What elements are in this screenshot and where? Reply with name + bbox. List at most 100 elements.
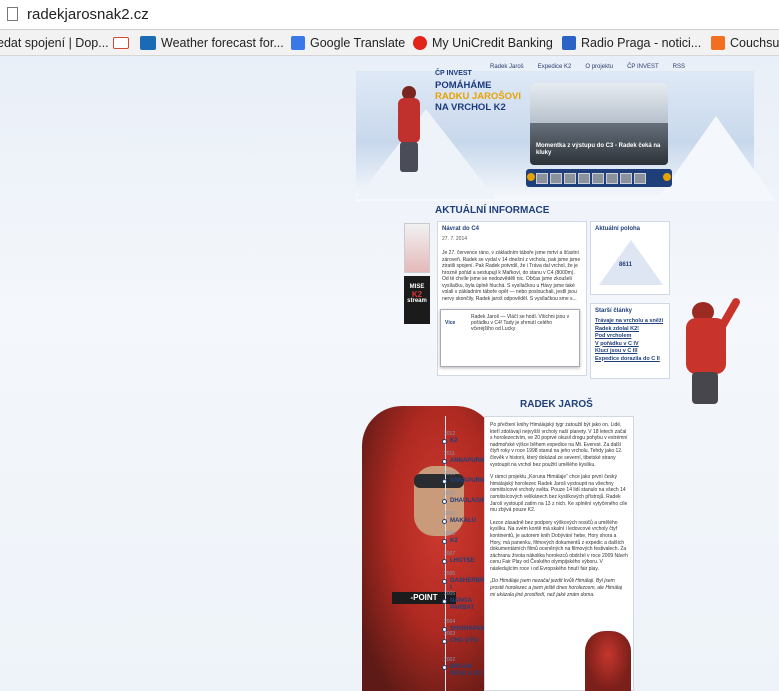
nav-link-rss[interactable]: RSS	[673, 64, 685, 70]
bio-section-title: RADEK JAROŠ	[520, 399, 593, 410]
bookmark-item-radio-praga[interactable]: Radio Praga - notici...	[562, 34, 701, 52]
bookmark-label: Radio Praga - notici...	[581, 36, 702, 50]
brand-line-3: NA VRCHOL K2	[435, 102, 506, 113]
radio-icon	[562, 36, 576, 50]
timeline-year: 2012	[444, 431, 456, 437]
video-thumbnail-strip	[526, 169, 672, 187]
older-articles-title: Starší články	[595, 308, 633, 314]
cp-invest-logo[interactable]: ČP INVEST	[435, 70, 525, 77]
timeline-year: 2007	[444, 551, 456, 557]
video-thumbnail[interactable]	[634, 172, 646, 184]
promo-banner[interactable]	[404, 223, 430, 273]
bookmarks-bar: edat spojení | Dop... Weather forecast f…	[0, 30, 779, 56]
web-page: Radek Jaroš Expedice K2 O projektu ČP IN…	[0, 56, 779, 691]
timeline-year: 2002	[444, 657, 456, 663]
climber-image	[585, 631, 631, 691]
page-icon	[7, 7, 18, 21]
timeline-dot-icon	[442, 599, 447, 604]
video-thumbnail[interactable]	[536, 172, 548, 184]
bio-paragraph: „Do Himálaje jsem nezačal jezdit kvůli H…	[490, 578, 623, 598]
more-link[interactable]: Více	[445, 320, 455, 326]
video-thumbnail[interactable]	[564, 172, 576, 184]
mountain-illustration	[656, 116, 776, 201]
bookmark-label: edat spojení | Dop...	[0, 36, 109, 50]
bookmark-label: My UniCredit Banking	[432, 36, 553, 50]
news-date: 27. 7. 2014	[442, 236, 468, 242]
timeline-year: 2011	[444, 451, 455, 457]
timeline-dot-icon	[442, 499, 447, 504]
bookmark-item-couchsurfing[interactable]: Couchsu	[711, 34, 779, 52]
timeline-dot-icon	[442, 439, 447, 444]
article-link[interactable]: Klucí jsou v C III	[595, 348, 665, 356]
banner-text: K2	[411, 290, 423, 299]
video-player[interactable]: Momentka z výstupu do C3 - Radek čeká na…	[530, 83, 668, 165]
article-link[interactable]: Radek zdolal K2!	[595, 326, 665, 334]
timeline-dot-icon	[442, 639, 447, 644]
climber-body	[686, 318, 726, 374]
location-title: Aktuální poloha	[595, 226, 640, 232]
video-thumbnail[interactable]	[592, 172, 604, 184]
url-text[interactable]: radekjarosnak2.cz	[27, 6, 149, 23]
timeline-year: 2005	[444, 571, 456, 577]
timeline-year: 2005	[444, 591, 456, 597]
timeline-dot-icon	[442, 519, 447, 524]
mise-k2-stream-banner[interactable]: MISE K2 stream	[404, 276, 430, 324]
news-section-title: AKTUÁLNÍ INFORMACE	[435, 205, 550, 216]
timeline-year: 2008	[444, 531, 456, 537]
unicredit-icon	[413, 36, 427, 50]
article-link[interactable]: V pořádku v C IV	[595, 341, 665, 349]
video-thumbnail[interactable]	[578, 172, 590, 184]
nav-link-cp-invest[interactable]: ČP INVEST	[627, 64, 659, 70]
bookmark-item-dopravni-spojeni[interactable]: edat spojení | Dop...	[0, 34, 109, 52]
timeline-dot-icon	[442, 539, 447, 544]
bio-paragraph: Lezce zásadně bez podpory výškových nosi…	[490, 519, 628, 572]
timeline-year: 2004	[444, 619, 456, 625]
article-link[interactable]: Pod vrcholem	[595, 333, 665, 341]
altitude-value: 8611	[619, 262, 633, 268]
video-frame	[530, 83, 668, 123]
facebook-embed-popup[interactable]: Radek Jaroš — Vláčí se hodí. Všichni jso…	[440, 309, 580, 367]
climber-image	[670, 288, 750, 408]
article-link[interactable]: Expedice dorazila do C II	[595, 356, 665, 364]
current-location-box: Aktuální poloha 8611	[590, 221, 670, 295]
video-thumbnail[interactable]	[606, 172, 618, 184]
couchsurfing-icon	[711, 36, 725, 50]
side-banners: MISE K2 stream	[404, 223, 432, 324]
older-articles-box: Starší články Trávaje na vrcholu a sněží…	[590, 303, 670, 379]
news-text: Je 27. července ráno, v základním táboře…	[442, 250, 581, 302]
timeline-year: 2009	[444, 491, 456, 497]
news-heading[interactable]: Návrat do C4	[442, 226, 582, 232]
video-thumbnail[interactable]	[550, 172, 562, 184]
climber-image	[390, 76, 430, 176]
video-thumbnail[interactable]	[620, 172, 632, 184]
bookmark-label: Weather forecast for...	[161, 36, 284, 50]
bio-paragraph: Po přečtení knihy Himálajský tygr zatouž…	[490, 422, 628, 468]
timeline-year: 2003	[444, 631, 456, 637]
yr-icon	[140, 36, 156, 50]
video-caption: Momentka z výstupu do C3 - Radek čeká na…	[536, 143, 661, 156]
nav-link-o-projektu[interactable]: O projektu	[585, 64, 613, 70]
climber-legs	[692, 372, 718, 404]
translate-icon	[291, 36, 305, 50]
timeline-dot-icon	[442, 479, 447, 484]
timeline-dot-icon	[442, 559, 447, 564]
bookmark-item-gmail[interactable]	[113, 34, 129, 52]
timeline-year: 2009	[444, 511, 456, 517]
timeline-dot-icon	[442, 579, 447, 584]
address-bar[interactable]: radekjarosnak2.cz	[0, 0, 779, 30]
climber-body	[398, 98, 420, 143]
bookmark-item-weather[interactable]: Weather forecast for...	[140, 34, 284, 52]
bookmark-label: Google Translate	[310, 36, 406, 50]
nav-link-expedice-k2[interactable]: Expedice K2	[538, 64, 572, 70]
article-link[interactable]: Trávaje na vrcholu a sněží	[595, 318, 665, 326]
next-arrow-icon[interactable]	[663, 173, 671, 181]
popup-text: Radek Jaroš — Vláčí se hodí. Všichni jso…	[471, 314, 570, 332]
timeline-year: 2010	[444, 471, 456, 477]
timeline-dot-icon	[442, 665, 447, 670]
banner-text: stream	[407, 298, 427, 304]
brand-line-2: RADKU JAROŠOVI	[435, 91, 522, 102]
bookmark-label: Couchsu	[730, 36, 779, 50]
bookmark-item-google-translate[interactable]: Google Translate	[291, 34, 405, 52]
bookmark-item-unicredit[interactable]: My UniCredit Banking	[413, 34, 553, 52]
prev-arrow-icon[interactable]	[527, 173, 535, 181]
